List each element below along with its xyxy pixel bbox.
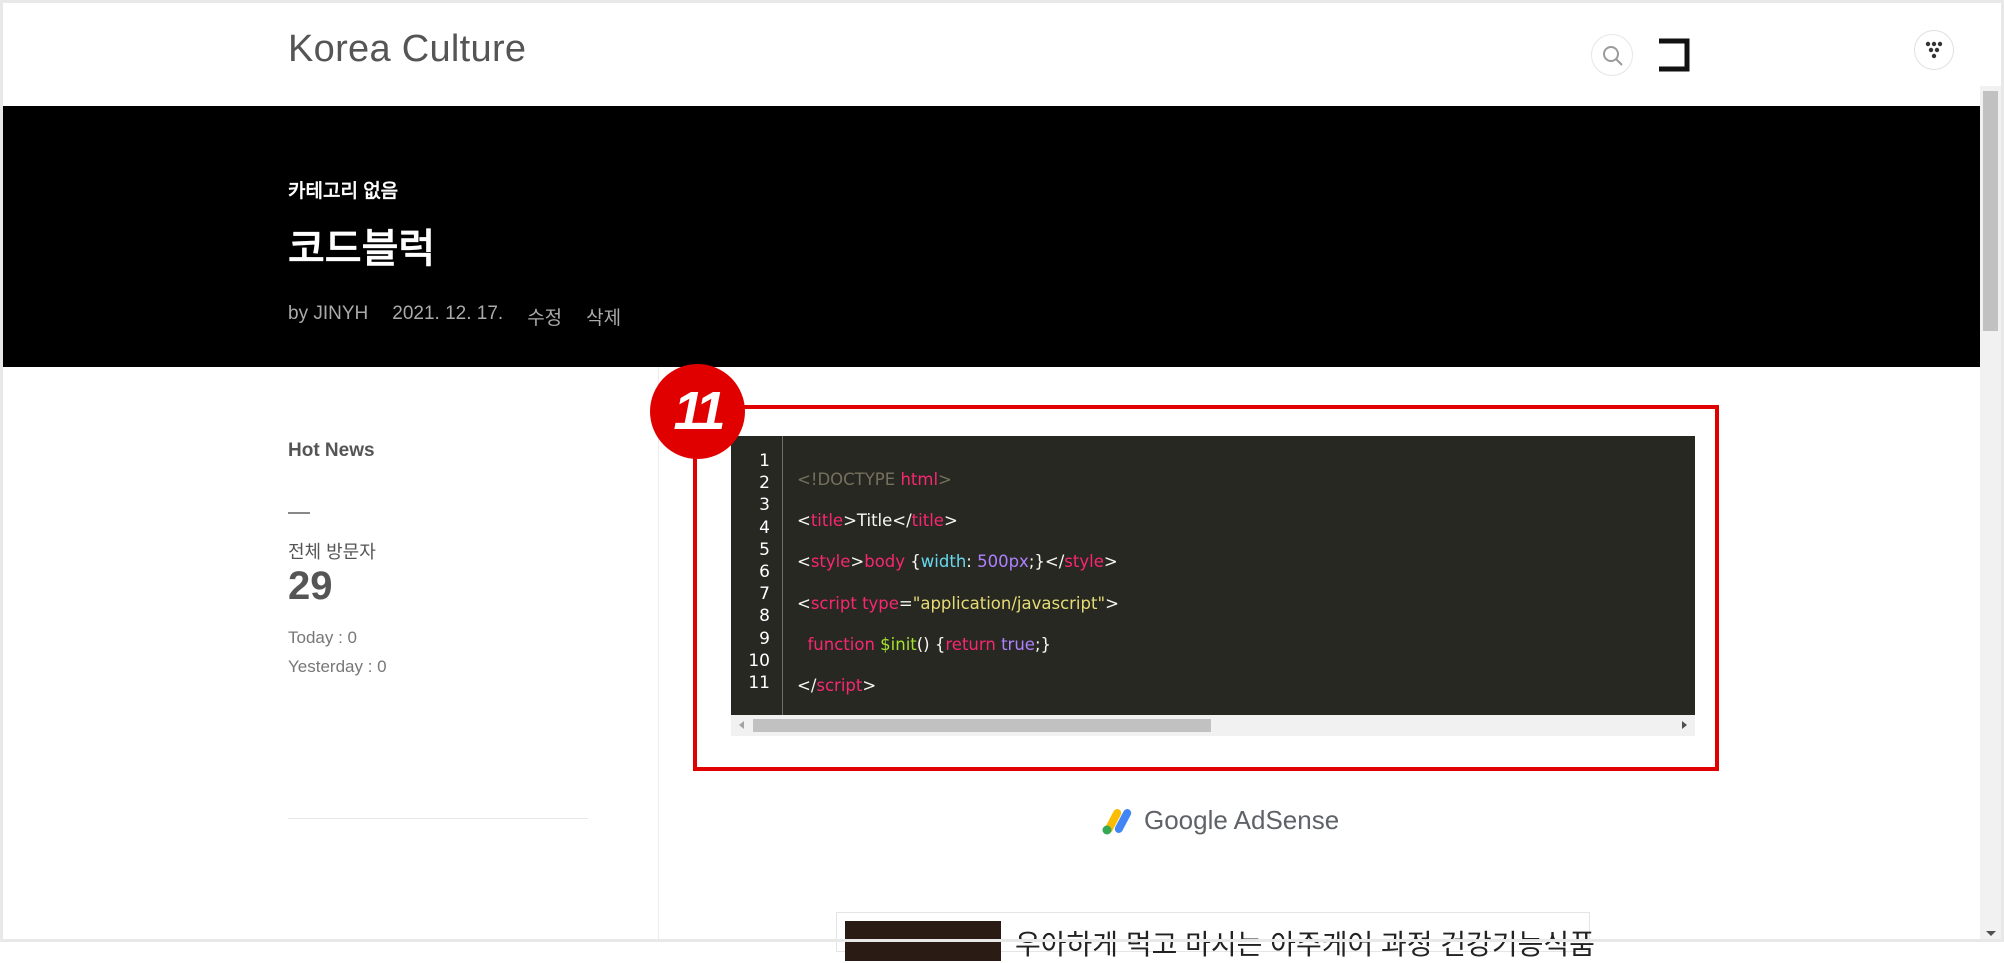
adsense-word: AdSense (1233, 805, 1340, 835)
post-author: by JINYH (288, 303, 369, 324)
adsense-icon (1102, 808, 1132, 834)
edit-link[interactable]: 수정 (527, 303, 562, 330)
square-icon (1659, 38, 1690, 72)
column-divider (658, 367, 659, 942)
post-meta: by JINYH 2021. 12. 17. 수정 삭제 (288, 303, 621, 330)
top-header: Korea Culture (0, 0, 1982, 106)
sidebar: Hot News 전체 방문자 29 Today : 0 Yesterday :… (288, 440, 588, 819)
search-icon (1603, 46, 1623, 66)
sidebar-separator (288, 818, 588, 819)
related-post-title[interactable]: 우아하게 먹고 마시는 아주케어 과정 건강기능식품 (1015, 923, 1595, 963)
site-title[interactable]: Korea Culture (288, 28, 526, 71)
page-scrollbar-thumb[interactable] (1983, 91, 1998, 331)
post-hero: 카테고리 없음 코드블럭 by JINYH 2021. 12. 17. 수정 삭… (3, 106, 1980, 367)
adsense-google-word: Google (1144, 805, 1228, 835)
adsense-text: Google AdSense (1144, 805, 1339, 836)
post-title: 코드블럭 (288, 227, 436, 271)
hot-news-heading: Hot News (288, 440, 375, 461)
google-adsense-logo: Google AdSense (1100, 805, 1339, 836)
visitors-yesterday: Yesterday : 0 (288, 657, 387, 676)
scroll-down-icon[interactable] (1986, 931, 1996, 936)
annotation-highlight-box (693, 405, 1719, 771)
menu-button[interactable] (1914, 30, 1954, 70)
post-category[interactable]: 카테고리 없음 (288, 176, 398, 203)
visitors-label: 전체 방문자 (288, 542, 376, 562)
visitors-total: 29 (288, 564, 333, 608)
search-button[interactable] (1591, 34, 1633, 76)
post-date: 2021. 12. 17. (392, 303, 504, 324)
square-button[interactable] (1656, 38, 1690, 72)
delete-link[interactable]: 삭제 (586, 303, 621, 330)
related-post-card[interactable]: 우아하게 먹고 마시는 아주케어 과정 건강기능식품 (836, 912, 1595, 961)
related-post-thumbnail[interactable] (845, 921, 1001, 961)
menu-dots-icon (1925, 41, 1943, 59)
visitors-today: Today : 0 (288, 628, 357, 647)
annotation-badge: 11 (650, 364, 745, 459)
sidebar-divider (288, 512, 310, 514)
page-vertical-scrollbar[interactable] (1980, 86, 2001, 942)
